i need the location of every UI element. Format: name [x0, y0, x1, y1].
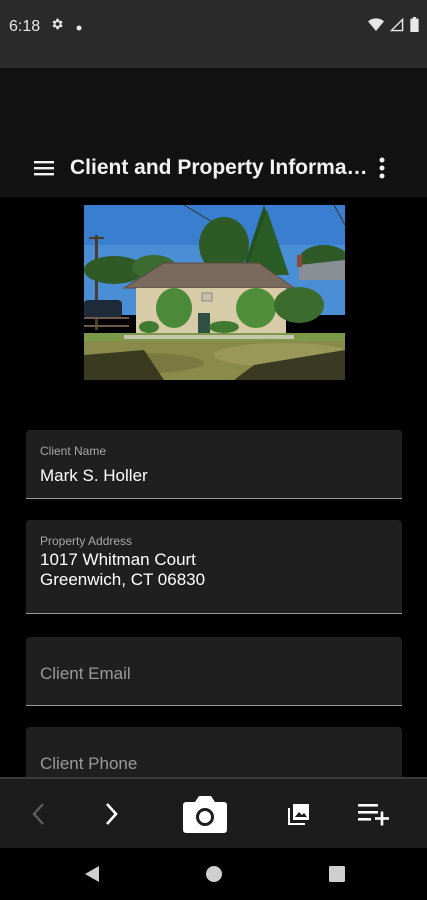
page-title: Client and Property Information	[70, 156, 370, 179]
content-area: Client Name Mark S. Holler Property Addr…	[0, 197, 427, 777]
property-address-field[interactable]: Property Address 1017 Whitman Court Gree…	[26, 520, 402, 614]
status-time: 6:18	[9, 18, 41, 35]
app-bar: Client and Property Information	[0, 68, 427, 197]
client-phone-placeholder: Client Phone	[40, 754, 138, 773]
client-name-value: Mark S. Holler	[40, 466, 148, 485]
add-to-list-icon[interactable]	[356, 779, 392, 848]
signal-icon	[389, 17, 404, 37]
property-address-label: Property Address	[40, 534, 133, 548]
system-nav-bar	[0, 848, 427, 900]
client-name-field[interactable]: Client Name Mark S. Holler	[26, 430, 402, 499]
property-photo[interactable]	[84, 205, 345, 380]
hamburger-menu-icon[interactable]	[26, 154, 62, 182]
battery-icon	[410, 17, 419, 37]
status-right-icons	[368, 17, 419, 37]
nav-recents-icon[interactable]	[325, 862, 349, 886]
status-left-icons	[50, 17, 82, 36]
forward-icon[interactable]	[94, 779, 130, 848]
dot-icon	[76, 18, 82, 36]
client-name-label: Client Name	[40, 444, 107, 458]
bottom-toolbar	[0, 777, 427, 848]
gear-icon	[50, 17, 64, 36]
status-bar: 6:18	[0, 0, 427, 68]
more-vertical-icon[interactable]	[370, 152, 394, 184]
client-email-placeholder: Client Email	[40, 664, 131, 683]
wifi-icon	[368, 17, 384, 37]
nav-back-icon[interactable]	[80, 862, 104, 886]
nav-home-icon[interactable]	[202, 862, 226, 886]
property-address-line2: Greenwich, CT 06830	[40, 570, 206, 589]
back-icon[interactable]	[20, 779, 56, 848]
client-email-field[interactable]: Client Email	[26, 637, 402, 706]
client-phone-field[interactable]: Client Phone	[26, 727, 402, 777]
camera-icon[interactable]	[180, 779, 230, 848]
gallery-icon[interactable]	[284, 779, 314, 848]
property-address-line1: 1017 Whitman Court	[40, 550, 196, 569]
